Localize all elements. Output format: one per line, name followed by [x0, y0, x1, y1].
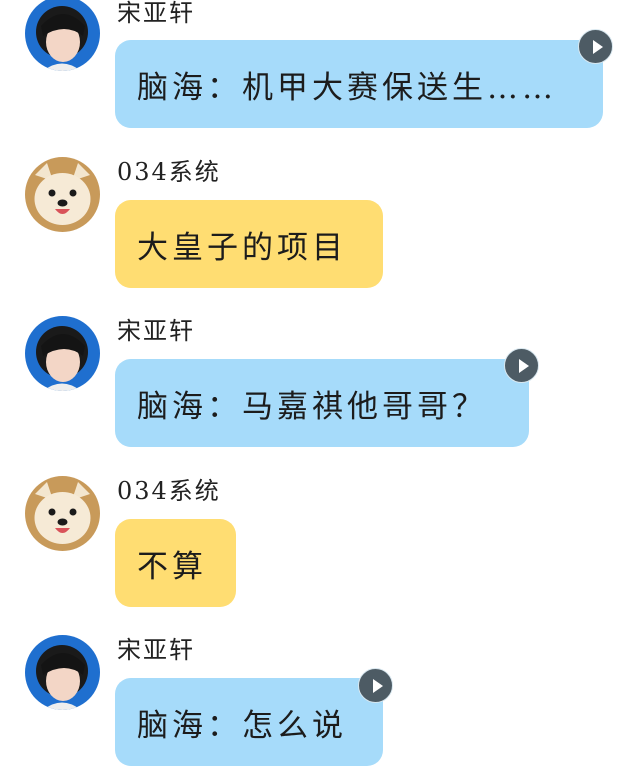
boy-avatar-icon: [25, 0, 100, 71]
message-bubble[interactable]: 脑海：机甲大赛保送生……: [115, 40, 603, 128]
message-text: 脑海：机甲大赛保送生……: [137, 69, 557, 106]
sender-name: 宋亚轩: [117, 636, 195, 664]
voice-play-button[interactable]: [578, 29, 613, 64]
avatar[interactable]: [25, 316, 100, 391]
avatar[interactable]: [25, 0, 100, 71]
message-text: 不算: [137, 548, 207, 585]
voice-play-button[interactable]: [504, 348, 539, 383]
avatar[interactable]: [25, 157, 100, 232]
boy-avatar-icon: [25, 635, 100, 710]
voice-play-button[interactable]: [358, 668, 393, 703]
boy-avatar-icon: [25, 316, 100, 391]
sender-name: 034系统: [117, 477, 221, 505]
message-text: 大皇子的项目: [137, 229, 347, 266]
play-icon: [372, 678, 383, 693]
message-text: 脑海：怎么说: [137, 707, 347, 744]
dog-avatar-icon: [25, 157, 100, 232]
sender-name: 034系统: [117, 158, 221, 186]
play-icon: [518, 358, 529, 373]
avatar[interactable]: [25, 635, 100, 710]
avatar[interactable]: [25, 476, 100, 551]
sender-name: 宋亚轩: [117, 0, 195, 27]
dog-avatar-icon: [25, 476, 100, 551]
play-icon: [592, 39, 603, 54]
message-bubble[interactable]: 脑海：马嘉祺他哥哥？: [115, 359, 529, 447]
message-bubble[interactable]: 大皇子的项目: [115, 200, 383, 288]
message-bubble[interactable]: 不算: [115, 519, 236, 607]
message-text: 脑海：马嘉祺他哥哥？: [137, 388, 487, 425]
message-bubble[interactable]: 脑海：怎么说: [115, 678, 383, 766]
sender-name: 宋亚轩: [117, 317, 195, 345]
